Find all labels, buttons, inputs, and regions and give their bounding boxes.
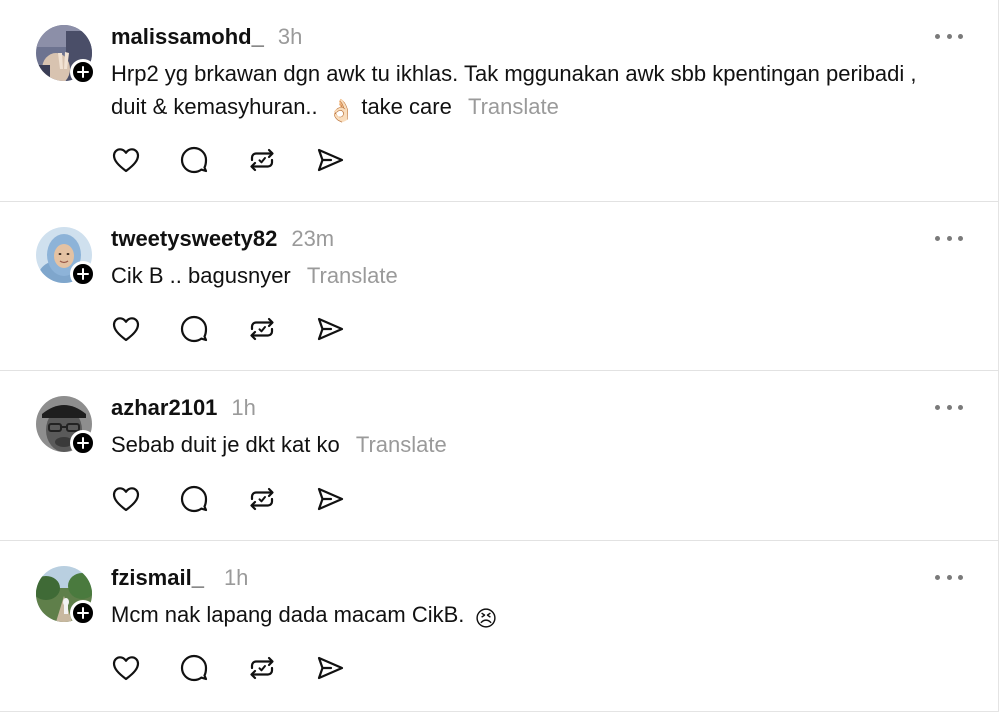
more-button[interactable]	[935, 403, 963, 411]
like-button[interactable]	[111, 653, 141, 683]
post-item: azhar2101 1h Sebab duit je dkt kat ko Tr…	[0, 371, 999, 540]
more-icon	[935, 404, 940, 410]
follow-button[interactable]	[70, 430, 96, 456]
more-icon-dot	[946, 235, 952, 241]
post-item: malissamohd_ 3h Hrp2 yg brkawan dgn awk …	[0, 0, 999, 201]
translate-link[interactable]: Translate	[307, 263, 398, 288]
translate-link[interactable]: Translate	[468, 94, 559, 119]
timestamp[interactable]: 1h	[231, 395, 255, 421]
post-header: fzismail_ 1h	[111, 565, 248, 591]
heart-icon	[112, 656, 140, 681]
more-icon-dot	[946, 574, 952, 580]
send-icon	[317, 317, 344, 341]
follow-button[interactable]	[70, 261, 96, 287]
share-button[interactable]	[315, 653, 345, 683]
username[interactable]: azhar2101	[111, 395, 217, 421]
action-bar	[111, 314, 383, 344]
post-header: malissamohd_ 3h	[111, 24, 302, 50]
post-body: Mcm nak lapang dada macam CikB.	[111, 602, 465, 627]
post-text: Cik B .. bagusnyer Translate	[111, 259, 931, 292]
avatar-container[interactable]	[36, 396, 96, 456]
plus-icon	[77, 437, 89, 449]
username[interactable]: fzismail_	[111, 565, 204, 591]
reply-button[interactable]	[179, 314, 209, 344]
repost-button[interactable]	[247, 653, 277, 683]
post-text: Hrp2 yg brkawan dgn awk tu ikhlas. Tak m…	[111, 57, 931, 127]
more-icon-dot	[958, 574, 963, 580]
ok-hand-emoji: 👌🏻	[327, 98, 356, 123]
repost-icon	[250, 487, 274, 511]
share-button[interactable]	[315, 484, 345, 514]
reply-button[interactable]	[179, 145, 209, 175]
share-button[interactable]	[315, 314, 345, 344]
more-button[interactable]	[935, 573, 963, 581]
heart-icon	[112, 317, 140, 342]
plus-icon	[77, 607, 89, 619]
follow-button[interactable]	[70, 600, 96, 626]
post-body: Sebab duit je dkt kat ko	[111, 432, 340, 457]
action-bar	[111, 653, 383, 683]
more-icon-dot	[958, 33, 963, 39]
follow-button[interactable]	[70, 59, 96, 85]
username[interactable]: tweetysweety82	[111, 226, 277, 252]
plus-icon	[77, 268, 89, 280]
post-body: Cik B .. bagusnyer	[111, 263, 291, 288]
reply-button[interactable]	[179, 484, 209, 514]
more-button[interactable]	[935, 234, 963, 242]
like-button[interactable]	[111, 314, 141, 344]
heart-icon	[112, 487, 140, 512]
post-text: Sebab duit je dkt kat ko Translate	[111, 428, 931, 461]
timestamp[interactable]: 1h	[224, 565, 248, 591]
post-body-tail: take care	[361, 94, 452, 119]
more-icon-dot	[946, 404, 952, 410]
post-text: Mcm nak lapang dada macam CikB. 😣	[111, 598, 931, 635]
share-button[interactable]	[315, 145, 345, 175]
repost-icon	[250, 148, 274, 172]
post-header: azhar2101 1h	[111, 395, 256, 421]
avatar-container[interactable]	[36, 566, 96, 626]
translate-link[interactable]: Translate	[356, 432, 447, 457]
post-header: tweetysweety82 23m	[111, 226, 334, 252]
action-bar	[111, 484, 383, 514]
username[interactable]: malissamohd_	[111, 24, 264, 50]
send-icon	[317, 656, 344, 680]
more-button[interactable]	[935, 32, 963, 40]
action-bar	[111, 145, 383, 175]
comment-icon	[180, 315, 208, 343]
send-icon	[317, 148, 344, 172]
persevering-face-emoji: 😣	[474, 606, 498, 631]
timestamp[interactable]: 23m	[291, 226, 334, 252]
comment-icon	[180, 485, 208, 513]
timestamp[interactable]: 3h	[278, 24, 302, 50]
repost-button[interactable]	[247, 484, 277, 514]
more-icon-dot	[958, 404, 963, 410]
comment-icon	[180, 654, 208, 682]
heart-icon	[112, 148, 140, 173]
more-icon	[935, 235, 940, 241]
repost-icon	[250, 317, 274, 341]
like-button[interactable]	[111, 145, 141, 175]
post-item: fzismail_ 1h Mcm nak lapang dada macam C…	[0, 541, 999, 712]
plus-icon	[77, 66, 89, 78]
repost-icon	[250, 656, 274, 680]
post-item: tweetysweety82 23m Cik B .. bagusnyer Tr…	[0, 202, 999, 370]
repost-button[interactable]	[247, 314, 277, 344]
more-icon	[935, 574, 940, 580]
repost-button[interactable]	[247, 145, 277, 175]
avatar-container[interactable]	[36, 25, 96, 85]
comment-icon	[180, 146, 208, 174]
like-button[interactable]	[111, 484, 141, 514]
more-icon-dot	[958, 235, 963, 241]
more-icon-dot	[946, 33, 952, 39]
more-icon	[935, 33, 940, 39]
reply-button[interactable]	[179, 653, 209, 683]
send-icon	[317, 487, 344, 511]
avatar-container[interactable]	[36, 227, 96, 287]
